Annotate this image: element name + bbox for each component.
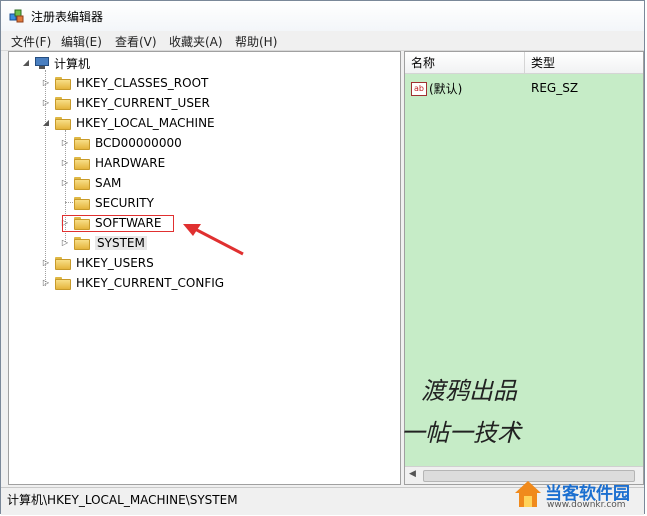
folder-icon — [74, 196, 90, 210]
value-name: (默认) — [429, 82, 463, 96]
watermark-line-2: 一帖一技术 — [401, 419, 521, 447]
tree-pane[interactable]: ◢ 计算机 ▷ HKEY_CLASSES_ROOT ▷ HKEY_CURRENT… — [8, 51, 401, 485]
tree-item-label: SAM — [95, 176, 122, 190]
tree-item-computer[interactable]: ◢ 计算机 — [21, 54, 90, 72]
annotation-arrow-icon — [183, 224, 244, 256]
expand-arrow-icon[interactable]: ▷ — [41, 98, 51, 108]
expand-arrow-icon[interactable]: ▷ — [41, 258, 51, 268]
regedit-icon — [9, 9, 24, 23]
site-logo: 当客软件园 www.downkr.com — [513, 477, 645, 515]
tree-item-bcd[interactable]: ▷ BCD00000000 — [60, 134, 182, 152]
column-header-type[interactable]: 类型 — [525, 52, 643, 74]
folder-icon — [55, 276, 71, 290]
menu-file[interactable]: 文件(F) — [11, 33, 51, 50]
folder-icon — [74, 236, 90, 250]
tree-item-hkey-users[interactable]: ▷ HKEY_USERS — [41, 254, 154, 272]
folder-icon — [55, 256, 71, 270]
menu-edit[interactable]: 编辑(E) — [61, 33, 102, 50]
menu-favorites[interactable]: 收藏夹(A) — [169, 33, 223, 50]
logo-url: www.downkr.com — [547, 500, 626, 510]
folder-icon — [74, 176, 90, 190]
tree-item-security[interactable]: SECURITY — [60, 194, 154, 212]
tree-item-hkey-local-machine[interactable]: ◢ HKEY_LOCAL_MACHINE — [41, 114, 215, 132]
title-bar: 注册表编辑器 — [1, 1, 644, 31]
tree-item-hkey-current-user[interactable]: ▷ HKEY_CURRENT_USER — [41, 94, 210, 112]
list-item[interactable]: ab (默认) — [411, 80, 462, 97]
tree-item-label: HKEY_CURRENT_USER — [76, 96, 210, 110]
string-value-icon: ab — [411, 81, 427, 96]
value-type: REG_SZ — [531, 81, 579, 95]
folder-icon — [74, 136, 90, 150]
tree-item-label: HKEY_LOCAL_MACHINE — [76, 116, 215, 130]
expand-arrow-icon[interactable]: ▷ — [60, 178, 70, 188]
folder-icon — [74, 156, 90, 170]
tree-item-label: BCD00000000 — [95, 136, 182, 150]
tree-item-hkey-classes-root[interactable]: ▷ HKEY_CLASSES_ROOT — [41, 74, 208, 92]
column-header-name[interactable]: 名称 — [405, 52, 525, 74]
menu-bar: 文件(F) 编辑(E) 查看(V) 收藏夹(A) 帮助(H) — [1, 31, 644, 51]
expand-arrow-icon[interactable]: ▷ — [60, 138, 70, 148]
folder-icon — [55, 96, 71, 110]
tree-item-label: HKEY_CLASSES_ROOT — [76, 76, 209, 90]
collapse-arrow-icon[interactable]: ◢ — [21, 58, 31, 68]
expand-arrow-icon[interactable]: ▷ — [60, 158, 70, 168]
tree-item-label: HARDWARE — [95, 156, 166, 170]
tree-item-hkey-current-config[interactable]: ▷ HKEY_CURRENT_CONFIG — [41, 274, 224, 292]
expand-arrow-icon[interactable]: ▷ — [60, 238, 70, 248]
tree-item-label: SECURITY — [95, 196, 154, 210]
collapse-arrow-icon[interactable]: ◢ — [41, 118, 51, 128]
menu-view[interactable]: 查看(V) — [115, 33, 157, 50]
house-logo-icon — [515, 481, 541, 507]
status-path: 计算机\HKEY_LOCAL_MACHINE\SYSTEM — [7, 493, 238, 507]
scroll-left-icon[interactable]: ◀ — [409, 469, 416, 479]
window-title: 注册表编辑器 — [31, 10, 104, 24]
tree-item-label: SYSTEM — [95, 236, 147, 250]
expand-arrow-icon[interactable]: ▷ — [41, 278, 51, 288]
menu-help[interactable]: 帮助(H) — [235, 33, 277, 50]
tree-item-hardware[interactable]: ▷ HARDWARE — [60, 154, 165, 172]
computer-icon — [35, 57, 49, 69]
registry-editor-window: 注册表编辑器 文件(F) 编辑(E) 查看(V) 收藏夹(A) 帮助(H) ◢ … — [0, 0, 645, 515]
tree-item-label: HKEY_USERS — [76, 256, 154, 270]
folder-icon — [55, 116, 71, 130]
watermark-line-1: 渡鸦出品 — [421, 377, 517, 405]
tree-item-system[interactable]: ▷ SYSTEM — [60, 234, 147, 252]
annotation-highlight-box — [62, 215, 174, 232]
expand-arrow-icon[interactable]: ▷ — [41, 78, 51, 88]
tree-item-sam[interactable]: ▷ SAM — [60, 174, 121, 192]
folder-icon — [55, 76, 71, 90]
tree-item-label: 计算机 — [54, 56, 91, 71]
tree-item-label: HKEY_CURRENT_CONFIG — [76, 276, 225, 290]
